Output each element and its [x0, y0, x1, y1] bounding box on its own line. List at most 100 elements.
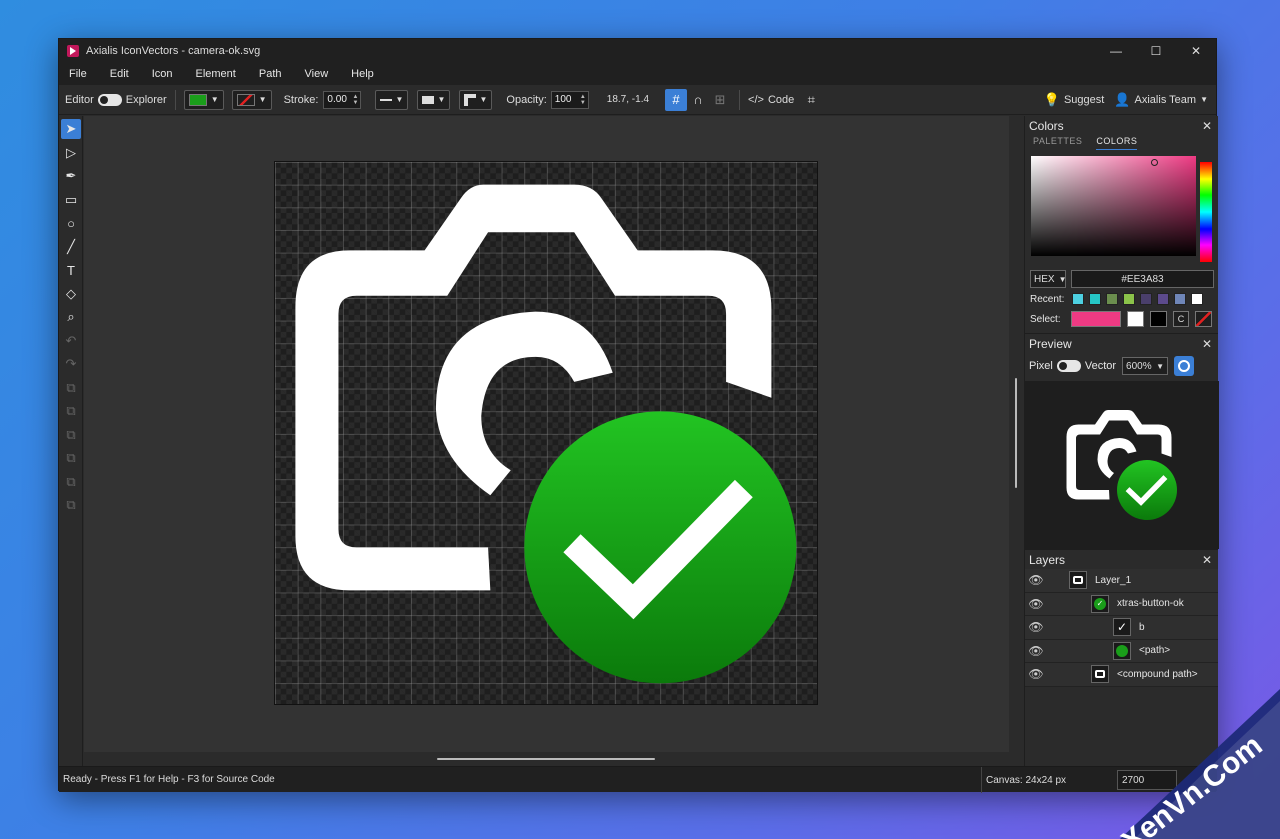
horizontal-scrollbar[interactable] [84, 752, 1023, 766]
chevron-down-icon: ▼ [210, 95, 219, 104]
chevron-down-icon: ▼ [1200, 95, 1208, 104]
recent-swatch[interactable] [1072, 293, 1085, 305]
pixel-label: Pixel [1029, 360, 1053, 372]
split-button[interactable]: ⧉ [61, 495, 81, 515]
send-back-button[interactable]: ⧉ [61, 401, 81, 421]
layers-icon: ⧉ [66, 403, 76, 418]
eye-icon[interactable]: 👁 [1025, 597, 1047, 611]
tab-palettes[interactable]: PALETTES [1033, 136, 1082, 150]
select-tool[interactable]: ➤ [61, 119, 81, 139]
zoom-tool[interactable]: ⌕ [61, 307, 81, 327]
current-color-icon[interactable]: C [1172, 311, 1190, 327]
hex-input[interactable]: #EE3A83 [1071, 270, 1214, 288]
eye-icon[interactable]: 👁 [1025, 620, 1047, 634]
select-label: Select: [1030, 313, 1061, 325]
recent-swatch[interactable] [1140, 293, 1153, 305]
select-colors-row: Select: C [1030, 311, 1218, 327]
menu-file[interactable]: File [59, 68, 100, 80]
hue-slider[interactable] [1200, 162, 1212, 262]
suggest-button[interactable]: Suggest [1064, 94, 1104, 106]
fill-color-button[interactable]: ▼ [183, 89, 224, 110]
close-button[interactable]: ✕ [1176, 39, 1216, 63]
close-icon[interactable]: ✕ [1202, 119, 1212, 133]
undo-button[interactable]: ↶ [61, 331, 81, 351]
eye-icon[interactable]: 👁 [1025, 667, 1047, 681]
background-toggle-button[interactable] [1174, 356, 1195, 376]
pen-tool[interactable]: ✒ [61, 166, 81, 186]
close-icon[interactable]: ✕ [1202, 553, 1212, 567]
layer-row[interactable]: 👁 ✓ b [1025, 616, 1218, 640]
eye-icon[interactable]: 👁 [1025, 644, 1047, 658]
vertical-scrollbar[interactable] [1009, 116, 1023, 752]
color-picker-square[interactable] [1031, 156, 1196, 256]
menu-path[interactable]: Path [249, 68, 295, 80]
horizontal-scroll-thumb[interactable] [437, 758, 655, 760]
frame-button[interactable]: ⌗ [800, 89, 822, 111]
text-tool[interactable]: T [61, 260, 81, 280]
editor-explorer-toggle[interactable] [97, 93, 122, 106]
line-cap-button[interactable]: ▼ [417, 89, 451, 110]
layer-name: Layer_1 [1095, 574, 1132, 586]
combine-button[interactable]: ⧉ [61, 472, 81, 492]
recent-swatch[interactable] [1123, 293, 1136, 305]
recent-swatch[interactable] [1174, 293, 1187, 305]
rectangle-tool[interactable]: ▭ [61, 190, 81, 210]
grid-snap-button[interactable]: # [665, 88, 688, 111]
opacity-input[interactable]: 100 ▲ ▼ [550, 90, 589, 109]
recent-swatch[interactable] [1157, 293, 1170, 305]
preview-zoom-select[interactable]: 600% ▼ [1122, 357, 1169, 375]
artboard[interactable] [274, 161, 818, 705]
recent-swatch[interactable] [1191, 293, 1204, 305]
stroke-width-input[interactable]: 0.00 ▲ ▼ [323, 90, 362, 109]
status-bar: Ready - Press F1 for Help - F3 for Sourc… [59, 766, 1216, 793]
shapes-tool[interactable]: ◇ [61, 284, 81, 304]
spinner-icon[interactable]: ▲ ▼ [580, 94, 588, 106]
maximize-button[interactable]: ☐ [1136, 39, 1176, 63]
eye-icon[interactable]: 👁 [1025, 573, 1047, 587]
menu-view[interactable]: View [295, 68, 342, 80]
tab-colors[interactable]: COLORS [1096, 136, 1138, 150]
redo-button[interactable]: ↷ [61, 354, 81, 374]
layer-row[interactable]: 👁 ✓ xtras-button-ok [1025, 592, 1218, 616]
menu-help[interactable]: Help [341, 68, 387, 80]
color-mode-select[interactable]: HEX ▼ [1030, 270, 1066, 288]
title-bar: Axialis IconVectors - camera-ok.svg — ☐ … [59, 39, 1216, 63]
account-button[interactable]: Axialis Team [1135, 94, 1197, 106]
pixel-vector-toggle[interactable] [1056, 360, 1081, 372]
app-logo-icon [67, 45, 79, 57]
ellipse-tool[interactable]: ○ [61, 213, 81, 233]
split-icon: ⧉ [66, 497, 76, 512]
colors-panel-header: Colors ✕ [1025, 116, 1218, 136]
contrast-icon [1178, 360, 1191, 372]
black-swatch[interactable] [1150, 311, 1167, 327]
spinner-icon[interactable]: ▲ ▼ [352, 94, 360, 106]
tools-sidebar: ➤ ▷ ✒ ▭ ○ ╱ T ◇ ⌕ ↶ ↷ ⧉ ⧉ ⧉ ⧉ ⧉ ⧉ [59, 116, 83, 766]
line-tool[interactable]: ╱ [61, 237, 81, 257]
layers-panel-header: Layers ✕ [1025, 549, 1218, 569]
close-icon[interactable]: ✕ [1202, 337, 1212, 351]
minimize-button[interactable]: — [1096, 39, 1136, 63]
menu-icon[interactable]: Icon [142, 68, 186, 80]
current-color-swatch[interactable] [1070, 311, 1122, 327]
white-swatch[interactable] [1127, 311, 1145, 327]
layer-row[interactable]: 👁 Layer_1 [1025, 569, 1218, 593]
camera-ok-icon[interactable] [275, 162, 819, 706]
canvas-area[interactable] [84, 116, 1023, 752]
picker-handle[interactable] [1151, 159, 1158, 166]
group-button[interactable]: ⧉ [61, 425, 81, 445]
menu-element[interactable]: Element [186, 68, 249, 80]
direct-select-tool[interactable]: ▷ [61, 143, 81, 163]
code-button[interactable]: Code [768, 94, 794, 106]
stroke-color-button[interactable]: ▼ [231, 89, 272, 110]
bring-front-button[interactable]: ⧉ [61, 378, 81, 398]
recent-swatch[interactable] [1089, 293, 1102, 305]
magnet-button[interactable]: ∩ [687, 89, 709, 111]
line-join-button[interactable]: ▼ [459, 89, 493, 110]
line-style-button[interactable]: ▼ [375, 89, 409, 110]
menu-edit[interactable]: Edit [100, 68, 142, 80]
no-color-icon[interactable] [1195, 311, 1212, 327]
recent-swatch[interactable] [1106, 293, 1119, 305]
pixel-grid-button[interactable]: ⊞ [709, 89, 731, 111]
vertical-scroll-thumb[interactable] [1015, 378, 1017, 488]
ungroup-button[interactable]: ⧉ [61, 448, 81, 468]
